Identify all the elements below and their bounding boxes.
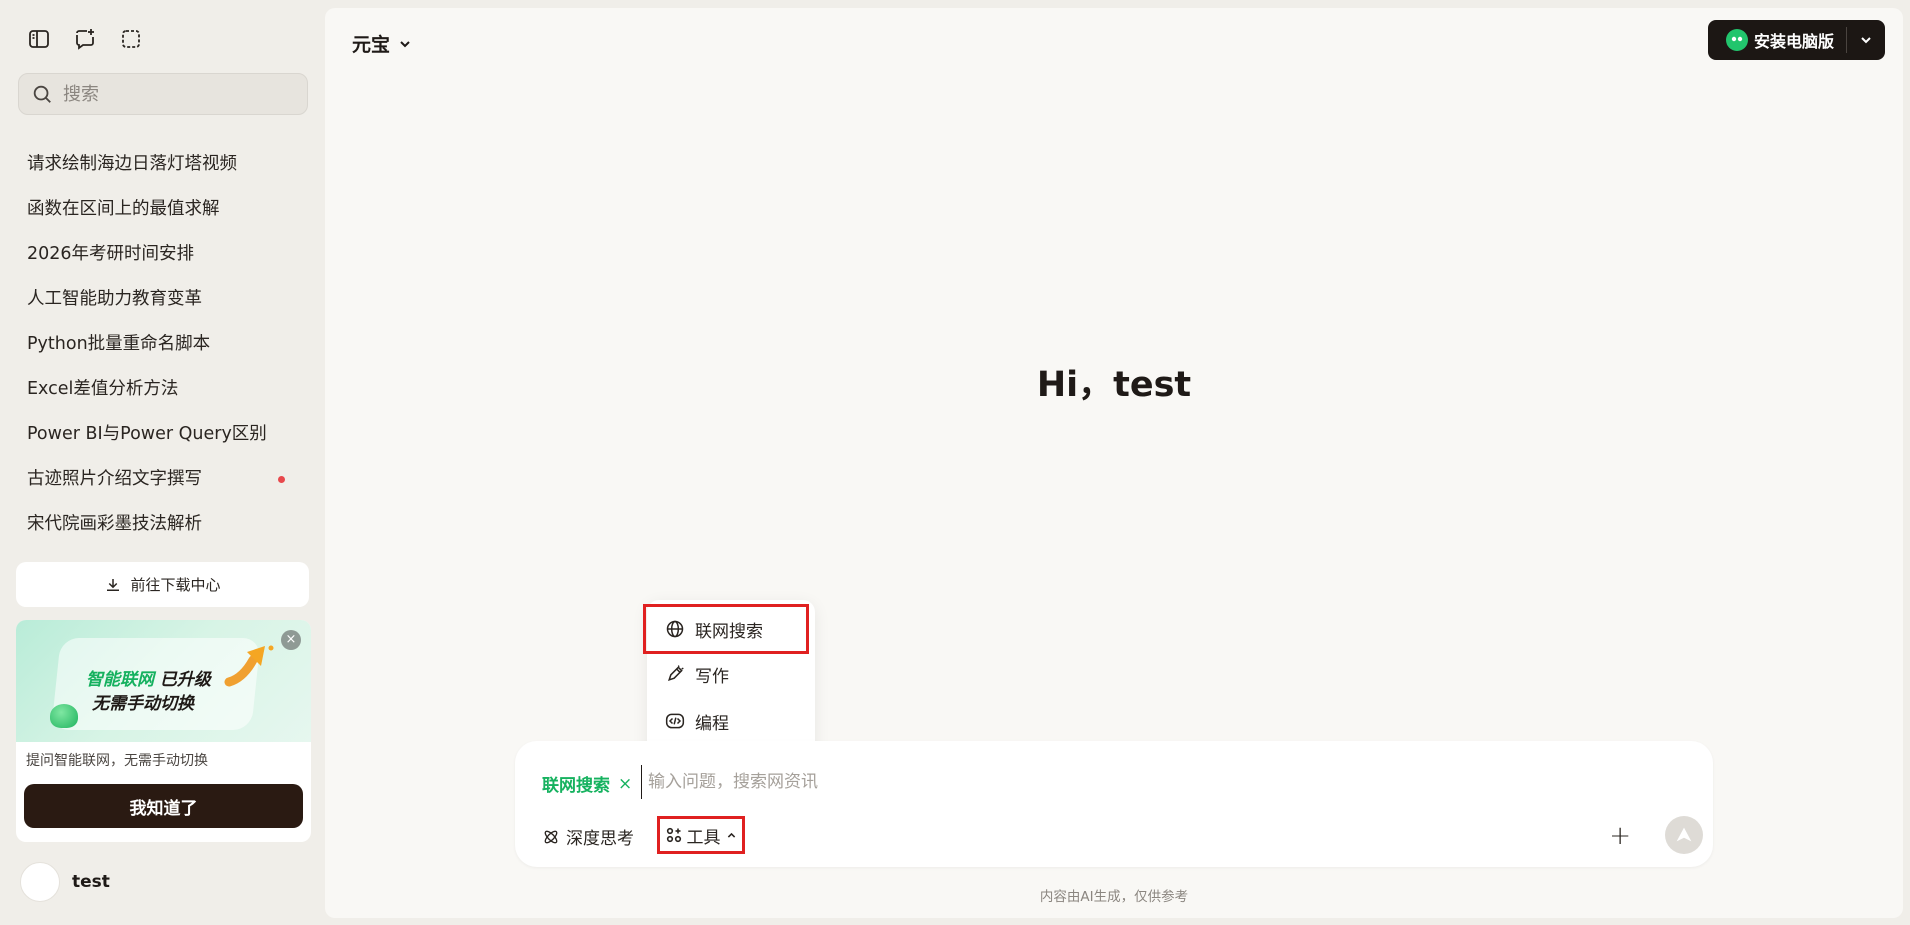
download-icon (107, 578, 120, 591)
conversation-item[interactable]: Python批量重命名脚本 (0, 322, 325, 367)
model-name: 元宝 (352, 34, 391, 56)
remove-tool-icon[interactable]: × (618, 774, 632, 794)
promo-text: 提问智能联网，无需手动切换 (26, 753, 208, 769)
install-desktop-button: 安装电脑版 (1707, 20, 1885, 60)
promo-arrow-icon (224, 645, 274, 687)
chevron-up-icon (727, 832, 735, 838)
deep-think-label: 深度思考 (566, 829, 634, 849)
conversation-title: Python批量重命名脚本 (27, 334, 211, 354)
conversation-title: 请求绘制海边日落灯塔视频 (27, 154, 237, 174)
conversation-title: 函数在区间上的最值求解 (27, 199, 220, 219)
unread-dot (278, 476, 285, 483)
conversation-item[interactable]: 宋代院画彩墨技法解析 (0, 502, 325, 545)
promo-title-green: 智能联网 (86, 670, 154, 690)
conversation-item[interactable]: 函数在区间上的最值求解 (0, 187, 325, 232)
app-window: 请求绘制海边日落灯塔视频 函数在区间上的最值求解 2026年考研时间安排 人工智… (0, 0, 1910, 925)
menu-item-coding[interactable]: 编程 (647, 698, 815, 744)
username: test (72, 872, 110, 892)
install-options-button[interactable] (1847, 33, 1885, 47)
promo-card: 智能联网 已升级 无需手动切换 × 提问智能联网，无需手动切换 我知道了 (16, 620, 311, 842)
model-selector[interactable]: 元宝 (352, 30, 412, 57)
install-desktop-main[interactable]: 安装电脑版 (1708, 28, 1846, 52)
promo-ball-graphic (50, 704, 78, 728)
ai-disclaimer: 内容由AI生成，仅供参考 (1039, 889, 1189, 905)
composer: 联网搜索 × 深度思考 工具 + (515, 741, 1713, 867)
yuanbao-logo-icon (1725, 29, 1748, 51)
deep-think-button[interactable]: 深度思考 (542, 824, 634, 849)
code-icon (665, 713, 685, 729)
promo-title-dark: 已升级 (159, 670, 211, 690)
attach-plus-button[interactable]: + (1609, 821, 1631, 851)
conversation-item[interactable]: Power BI与Power Query区别 (0, 412, 325, 457)
search-icon (33, 85, 51, 103)
tools-button[interactable]: 工具 (657, 816, 745, 854)
conversation-list: 请求绘制海边日落灯塔视频 函数在区间上的最值求解 2026年考研时间安排 人工智… (0, 120, 325, 545)
send-arrow-icon (1676, 827, 1692, 842)
conversation-item[interactable]: 2026年考研时间安排 (0, 232, 325, 277)
message-input[interactable] (641, 765, 1541, 799)
promo-title: 智能联网 已升级 (86, 665, 211, 690)
got-it-button[interactable]: 我知道了 (24, 784, 303, 828)
greeting: Hi，test (1036, 365, 1192, 405)
conversation-item[interactable]: 古迹照片介绍文字撰写 (0, 457, 325, 502)
screenshot-select-icon[interactable] (118, 26, 144, 52)
conversation-item[interactable]: Excel差值分析方法 (0, 367, 325, 412)
close-icon[interactable]: × (281, 630, 301, 650)
menu-item-label: 编程 (695, 713, 729, 734)
sidebar-toggle-icon[interactable] (26, 26, 52, 52)
user-profile[interactable]: test (20, 862, 110, 902)
new-chat-icon[interactable] (72, 26, 98, 52)
conversation-item[interactable]: 请求绘制海边日落灯塔视频 (0, 142, 325, 187)
menu-item-writing[interactable]: 写作 (647, 651, 815, 697)
conversation-item[interactable]: 人工智能助力教育变革 (0, 277, 325, 322)
install-desktop-label: 安装电脑版 (1753, 32, 1834, 51)
chevron-down-icon (1861, 37, 1871, 44)
active-tool-chip: 联网搜索 × (542, 771, 632, 797)
download-center-label: 前往下载中心 (130, 576, 221, 594)
conversation-title: 古迹照片介绍文字撰写 (27, 469, 202, 489)
conversation-title: Power BI与Power Query区别 (27, 424, 267, 444)
globe-icon (666, 620, 684, 638)
conversation-title: 宋代院画彩墨技法解析 (27, 514, 202, 534)
promo-banner: 智能联网 已升级 无需手动切换 × (16, 620, 311, 742)
search-box[interactable] (18, 73, 308, 115)
pen-icon (667, 665, 684, 682)
active-tool-label: 联网搜索 (542, 776, 610, 796)
tools-label: 工具 (686, 827, 721, 848)
search-input[interactable] (63, 83, 283, 105)
menu-item-web-search[interactable]: 联网搜索 (643, 604, 809, 654)
menu-item-label: 写作 (695, 666, 729, 687)
menu-item-label: 联网搜索 (695, 621, 763, 642)
avatar (20, 862, 60, 902)
sidebar: 请求绘制海边日落灯塔视频 函数在区间上的最值求解 2026年考研时间安排 人工智… (0, 0, 325, 925)
promo-subtitle: 无需手动切换 (92, 694, 194, 714)
conversation-title: 2026年考研时间安排 (27, 244, 195, 264)
conversation-title: Excel差值分析方法 (27, 379, 179, 399)
conversation-title: 人工智能助力教育变革 (27, 289, 202, 309)
download-center-button[interactable]: 前往下载中心 (16, 562, 309, 607)
chevron-down-icon (400, 40, 410, 47)
atom-icon (544, 830, 558, 843)
main-panel: 元宝 安装电脑版 Hi，test 联网搜索 写作 编程 联网搜索 × 输入问题，… (325, 8, 1903, 918)
sidebar-toolbar (26, 26, 144, 52)
tools-grid-icon (666, 827, 681, 843)
send-button[interactable] (1665, 816, 1703, 854)
